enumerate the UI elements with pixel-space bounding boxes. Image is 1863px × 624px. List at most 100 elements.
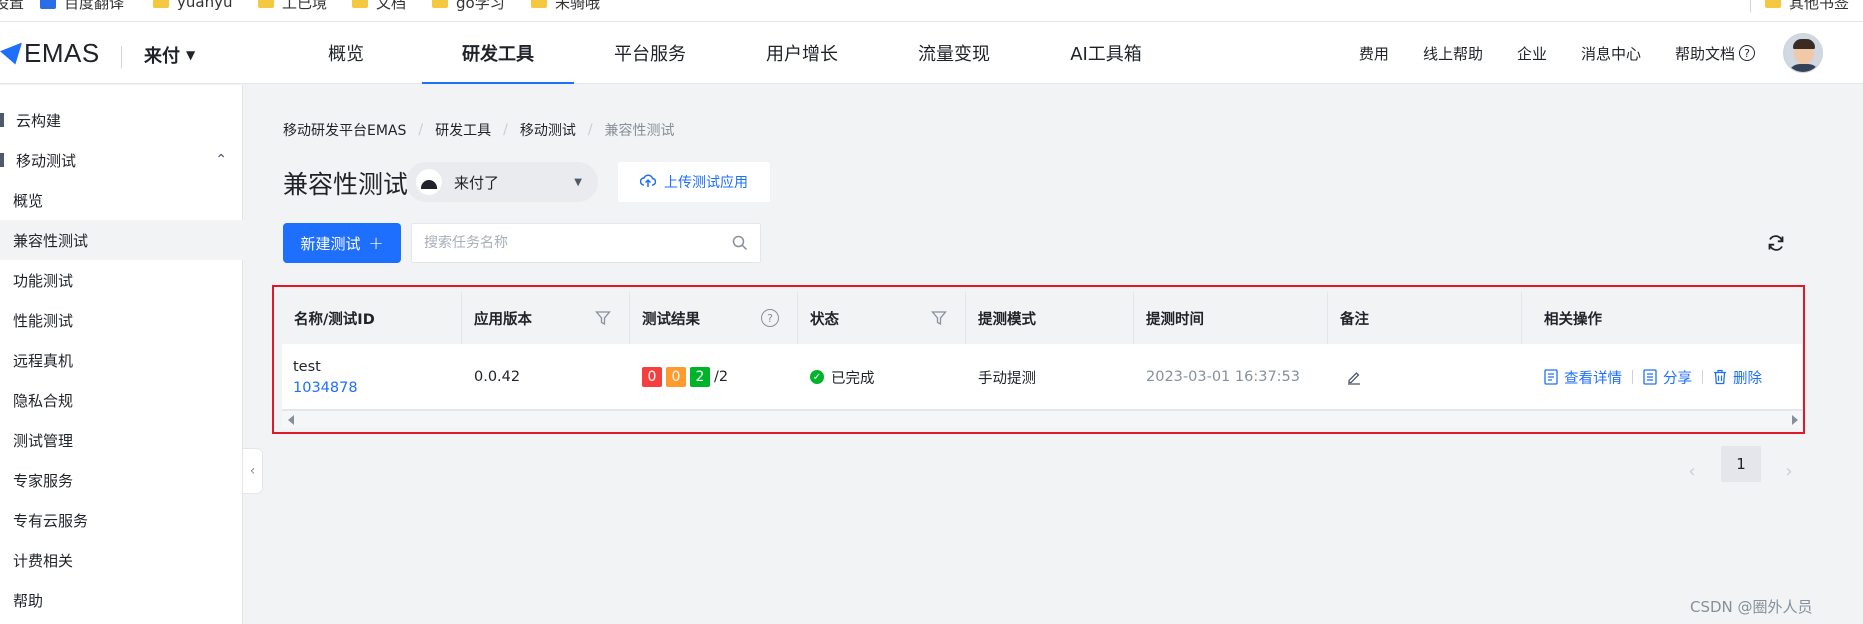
sidebar-item-label: 移动测试 — [16, 151, 77, 170]
cell-status: ✓ 已完成 — [798, 344, 966, 410]
sidebar-item-overview[interactable]: 概览 — [0, 180, 243, 220]
sidebar-item-performance-testing[interactable]: 性能测试 — [0, 300, 243, 340]
sidebar-item-compatibility-testing[interactable]: 兼容性测试 — [0, 220, 243, 260]
online-help-link[interactable]: 线上帮助 — [1423, 43, 1483, 64]
bookmark-yuanyu[interactable]: yuanyu — [153, 0, 232, 12]
page-title: 兼容性测试 — [283, 170, 409, 199]
enterprise-link[interactable]: 企业 — [1517, 43, 1547, 64]
breadcrumb-current: 兼容性测试 — [604, 123, 675, 139]
tab-dev-tools[interactable]: 研发工具 — [422, 22, 574, 84]
upload-test-app-button[interactable]: 上传测试应用 — [618, 162, 770, 202]
app-switcher[interactable]: 来付 ▼ — [144, 42, 195, 68]
tab-overview[interactable]: 概览 — [270, 22, 422, 84]
group-marker — [0, 153, 4, 167]
android-icon — [416, 169, 442, 195]
tab-ai-toolbox[interactable]: AI工具箱 — [1030, 22, 1182, 84]
top-navigation: EMAS 来付 ▼ 概览 研发工具 平台服务 用户增长 流量变现 AI工具箱 费… — [0, 22, 1863, 84]
warning-count-badge: 0 — [666, 367, 686, 387]
pagination-prev-button[interactable]: ‹ — [1677, 456, 1707, 486]
bookmark-other[interactable]: 其他书签 — [1750, 0, 1849, 12]
filter-icon[interactable] — [931, 310, 947, 326]
bookmark-label: 设置 — [0, 0, 25, 12]
share-button[interactable]: 分享 — [1643, 367, 1692, 388]
column-test-result: 测试结果 ? — [630, 292, 798, 344]
tab-traffic-monetization[interactable]: 流量变现 — [878, 22, 1030, 84]
column-remark: 备注 — [1328, 292, 1522, 344]
avatar[interactable] — [1783, 33, 1823, 73]
chevron-left-icon: ‹ — [249, 463, 256, 479]
view-details-button[interactable]: 查看详情 — [1544, 367, 1622, 388]
delete-label: 删除 — [1733, 370, 1762, 387]
cell-submit-mode: 手动提测 — [978, 370, 1036, 387]
caret-down-icon: ▼ — [186, 48, 196, 62]
cell-app-version: 0.0.42 — [474, 369, 521, 385]
scroll-right-arrow-icon[interactable] — [1792, 415, 1798, 425]
tab-user-growth[interactable]: 用户增长 — [726, 22, 878, 84]
help-docs-link[interactable]: 帮助文档? — [1675, 43, 1755, 64]
group-marker — [0, 113, 4, 127]
horizontal-scrollbar[interactable] — [282, 410, 1802, 428]
breadcrumb-emas[interactable]: 移动研发平台EMAS — [283, 120, 406, 140]
tab-platform-services[interactable]: 平台服务 — [574, 22, 726, 84]
sidebar-item-expert-service[interactable]: 专家服务 — [0, 460, 243, 500]
sidebar-item-remote-device[interactable]: 远程真机 — [0, 340, 243, 380]
bookmark-docs[interactable]: 文档 — [352, 0, 406, 12]
sidebar-item-billing[interactable]: 计费相关 — [0, 540, 243, 580]
cell-actions: 查看详情 分享 删除 — [1522, 344, 1802, 410]
bookmark-label: 其他书签 — [1789, 0, 1850, 12]
search-icon[interactable] — [732, 235, 748, 251]
folder-icon — [531, 0, 547, 8]
sidebar-collapse-button[interactable]: ‹ — [243, 448, 263, 494]
pagination-next-button[interactable]: › — [1774, 456, 1804, 486]
avatar-hair — [1793, 39, 1815, 49]
breadcrumb-mobile-testing[interactable]: 移动测试 — [520, 120, 576, 140]
bookmark-label: yuanyu — [177, 0, 233, 11]
cell-name-id: test 1034878 — [282, 344, 462, 410]
refresh-icon[interactable] — [1766, 233, 1786, 253]
watermark: CSDN @圈外人员 — [1690, 598, 1813, 616]
table-row: test 1034878 0.0.42 0 0 2 /2 ✓ 已完成 手动提测 … — [282, 344, 1802, 410]
header-right-links: 费用 线上帮助 企业 消息中心 帮助文档? — [1325, 22, 1823, 84]
bookmark-go[interactable]: go学习 — [432, 0, 505, 12]
emas-logo-icon — [0, 42, 22, 65]
breadcrumb-separator: / — [418, 122, 424, 138]
bookmark-label: 文档 — [376, 0, 407, 12]
pagination-page-current[interactable]: 1 — [1721, 446, 1761, 482]
sidebar-item-functional-testing[interactable]: 功能测试 — [0, 260, 243, 300]
bookmark-settings[interactable]: 设置 — [0, 0, 24, 12]
test-task-table: 名称/测试ID 应用版本 测试结果 ? 状态 提测模式 提测时间 备注 相关操作… — [272, 285, 1805, 434]
bookmark-baidu-translate[interactable]: 百度翻译 — [40, 0, 124, 12]
filter-icon[interactable] — [595, 310, 611, 326]
scroll-left-arrow-icon[interactable] — [288, 415, 294, 425]
sidebar-item-cloud-build[interactable]: 云构建 — [0, 100, 243, 140]
chevron-right-icon: › — [1785, 460, 1793, 482]
bookmark-folder[interactable]: 工已境 — [258, 0, 327, 12]
task-id-link[interactable]: 1034878 — [293, 380, 358, 396]
share-label: 分享 — [1663, 370, 1692, 387]
search-input[interactable] — [424, 224, 714, 262]
sidebar: 云构建 移动测试 ⌃ 概览 兼容性测试 功能测试 性能测试 远程真机 隐私合规 测… — [0, 85, 243, 624]
message-center-link[interactable]: 消息中心 — [1581, 43, 1641, 64]
delete-button[interactable]: 删除 — [1713, 367, 1762, 388]
document-icon — [1544, 369, 1558, 385]
breadcrumb-dev-tools[interactable]: 研发工具 — [435, 120, 491, 140]
table-header: 名称/测试ID 应用版本 测试结果 ? 状态 提测模式 提测时间 备注 相关操作 — [282, 292, 1802, 344]
folder-icon — [352, 0, 368, 8]
column-submit-time: 提测时间 — [1134, 292, 1328, 344]
sidebar-item-privacy-compliance[interactable]: 隐私合规 — [0, 380, 243, 420]
app-select[interactable]: 来付了 ▼ — [406, 162, 598, 202]
cell-test-result: 0 0 2 /2 — [630, 344, 798, 410]
sidebar-item-private-cloud[interactable]: 专有云服务 — [0, 500, 243, 540]
question-circle-icon[interactable]: ? — [761, 309, 779, 327]
total-count: /2 — [714, 369, 729, 385]
sidebar-item-help[interactable]: 帮助 — [0, 580, 243, 620]
new-test-button[interactable]: 新建测试 + — [283, 223, 401, 263]
edit-icon[interactable] — [1346, 369, 1362, 385]
emas-logo[interactable]: EMAS — [0, 38, 100, 69]
billing-link[interactable]: 费用 — [1359, 43, 1389, 64]
sidebar-item-mobile-testing[interactable]: 移动测试 ⌃ — [0, 140, 243, 180]
plus-icon: + — [368, 232, 384, 254]
sidebar-item-test-management[interactable]: 测试管理 — [0, 420, 243, 460]
bookmark-folder[interactable]: 未骑哦 — [531, 0, 600, 12]
search-box — [411, 223, 761, 263]
